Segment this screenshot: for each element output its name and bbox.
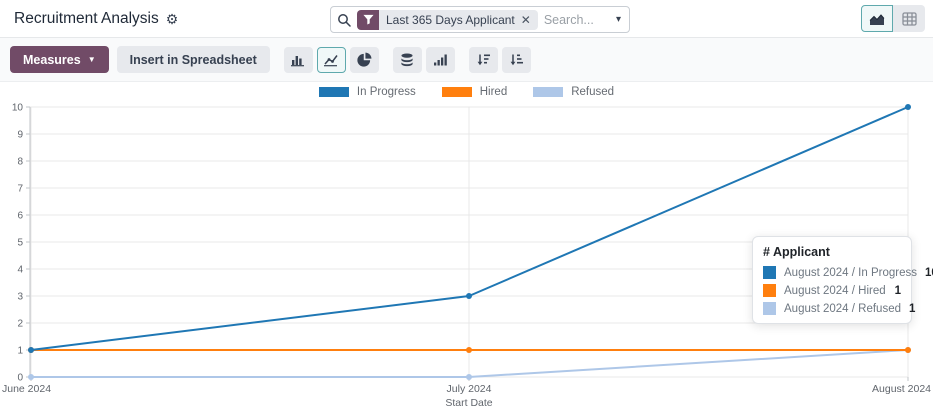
graph-toolbar: Measures ▼ Insert in Spreadsheet	[0, 38, 933, 82]
ascending-bars-icon	[433, 53, 448, 66]
legend-item-refused[interactable]: Refused	[533, 86, 614, 98]
chart-legend: In Progress Hired Refused	[0, 86, 933, 98]
svg-text:1: 1	[17, 346, 23, 357]
view-switcher	[861, 5, 925, 32]
bar-chart-icon	[290, 53, 306, 67]
search-icon	[337, 13, 351, 27]
tooltip-row: August 2024 / Hired 1	[763, 284, 901, 297]
gear-icon[interactable]: ⚙	[166, 12, 179, 26]
pivot-view-button[interactable]	[893, 5, 925, 32]
search-input[interactable]	[544, 13, 614, 27]
svg-text:4: 4	[17, 265, 23, 276]
svg-text:5: 5	[17, 238, 23, 249]
sort-ascending-button[interactable]	[502, 47, 531, 73]
svg-text:7: 7	[17, 184, 23, 195]
page-title: Recruitment Analysis	[14, 10, 159, 28]
tooltip-swatch	[763, 284, 776, 297]
svg-text:0: 0	[17, 373, 23, 384]
stacked-toggle-button[interactable]	[393, 47, 422, 73]
svg-text:2: 2	[17, 319, 23, 330]
sort-amount-asc-icon	[509, 53, 524, 67]
search-bar[interactable]: Last 365 Days Applicant ✕ ▾	[330, 6, 630, 33]
svg-text:June 2024: June 2024	[2, 383, 51, 395]
search-facet[interactable]: Last 365 Days Applicant ✕	[357, 10, 538, 30]
svg-text:8: 8	[17, 157, 23, 168]
insert-in-spreadsheet-button[interactable]: Insert in Spreadsheet	[117, 46, 270, 73]
sort-amount-desc-icon	[476, 53, 491, 67]
search-dropdown-caret-icon[interactable]: ▾	[614, 14, 623, 25]
filter-icon	[357, 10, 379, 30]
legend-swatch	[319, 87, 349, 97]
svg-text:July 2024: July 2024	[447, 383, 492, 395]
caret-down-icon: ▼	[88, 56, 96, 64]
pie-chart-button[interactable]	[350, 47, 379, 73]
measures-button[interactable]: Measures ▼	[10, 46, 109, 73]
legend-item-in-progress[interactable]: In Progress	[319, 86, 416, 98]
legend-item-hired[interactable]: Hired	[442, 86, 507, 98]
svg-text:3: 3	[17, 292, 23, 303]
svg-text:10: 10	[12, 103, 24, 114]
svg-text:August 2024: August 2024	[872, 383, 931, 395]
svg-text:6: 6	[17, 211, 23, 222]
cumulative-toggle-button[interactable]	[426, 47, 455, 73]
graph-view-button[interactable]	[861, 5, 893, 32]
pie-chart-icon	[357, 52, 372, 67]
tooltip-row: August 2024 / Refused 1	[763, 302, 901, 315]
area-chart-icon	[869, 12, 885, 26]
bar-chart-button[interactable]	[284, 47, 313, 73]
svg-text:Start Date: Start Date	[445, 397, 492, 409]
tooltip-swatch	[763, 302, 776, 315]
tooltip-title: # Applicant	[763, 245, 901, 259]
svg-text:9: 9	[17, 130, 23, 141]
sort-descending-button[interactable]	[469, 47, 498, 73]
facet-label: Last 365 Days Applicant	[386, 13, 515, 27]
control-panel-header: Recruitment Analysis ⚙ Last 365 Days App…	[0, 0, 933, 38]
line-chart-button[interactable]	[317, 47, 346, 73]
stacked-icon	[400, 53, 414, 67]
pivot-table-icon	[902, 12, 917, 26]
chart-area: In Progress Hired Refused 0 1 2 3 4 5 6 7 8 9 10 Ju…	[0, 82, 933, 411]
tooltip-row: August 2024 / In Progress 10	[763, 266, 901, 279]
legend-swatch	[533, 87, 563, 97]
facet-remove-icon[interactable]: ✕	[521, 14, 531, 26]
chart-tooltip: # Applicant August 2024 / In Progress 10…	[752, 236, 912, 324]
line-chart-icon	[323, 53, 339, 67]
tooltip-swatch	[763, 266, 776, 279]
legend-swatch	[442, 87, 472, 97]
